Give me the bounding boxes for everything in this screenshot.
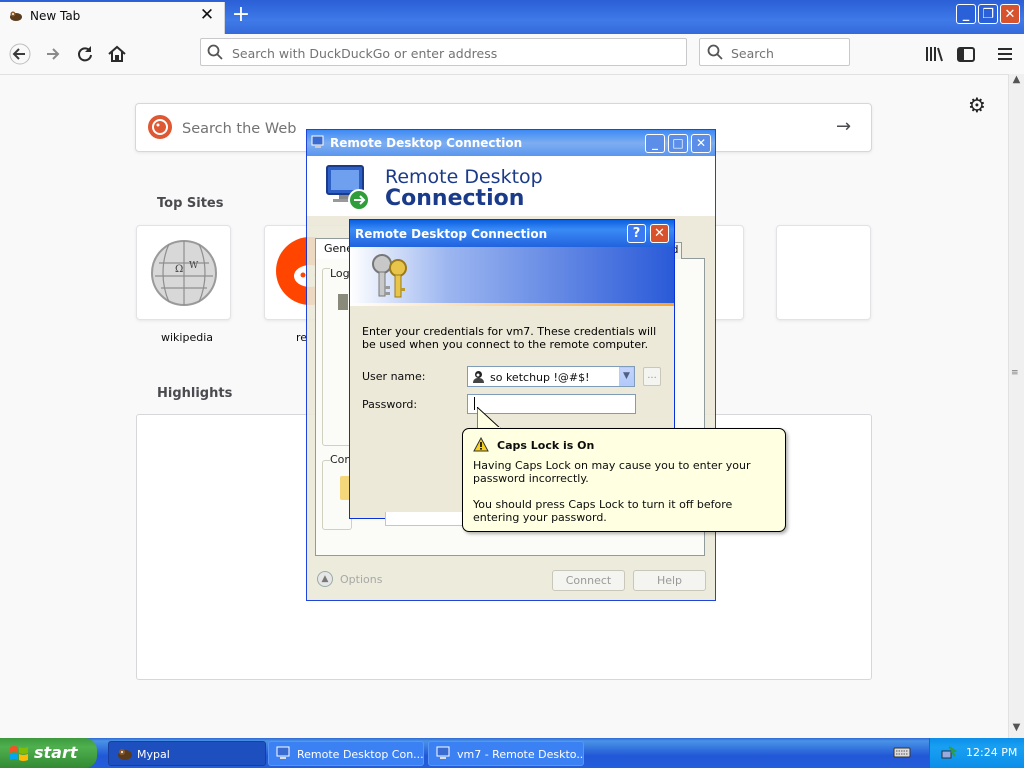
arrow-right-icon[interactable]: → <box>836 116 851 137</box>
credentials-instructions: Enter your credentials for vm7. These cr… <box>362 325 657 351</box>
rdc-title: Remote Desktop Connection <box>330 136 523 150</box>
scroll-up-icon[interactable]: ▲ <box>1009 74 1024 88</box>
scroll-thumb-icon[interactable]: ≡ <box>1011 368 1021 378</box>
credentials-title: Remote Desktop Connection <box>355 227 548 241</box>
taskbar-item-label: Remote Desktop Con... <box>297 748 424 761</box>
window-restore-button[interactable]: ❐ <box>978 4 998 24</box>
wikipedia-globe-icon: ΩW <box>151 240 217 306</box>
page-scrollbar[interactable] <box>1008 74 1024 738</box>
search-bar-placeholder: Search <box>731 46 774 61</box>
url-bar-placeholder: Search with DuckDuckGo or enter address <box>232 46 498 61</box>
banner-divider <box>350 303 674 306</box>
chevron-down-icon[interactable]: ▼ <box>619 367 634 386</box>
options-label[interactable]: Options <box>340 573 382 586</box>
rdc-app-icon <box>436 746 450 759</box>
logon-group-label: Log <box>330 267 350 280</box>
back-icon[interactable] <box>9 43 31 65</box>
rdc-close-button[interactable]: ✕ <box>691 134 711 153</box>
user-icon <box>473 371 484 383</box>
tab-close-icon[interactable]: ✕ <box>198 5 216 25</box>
mypal-favicon-icon <box>10 11 22 21</box>
tooltip-tail <box>477 407 501 429</box>
dialog-bottom-strip <box>385 512 465 526</box>
help-button[interactable]: Help <box>633 570 706 591</box>
window-minimize-button[interactable]: _ <box>956 4 976 24</box>
username-value: so ketchup !@#$! <box>490 371 590 384</box>
taskbar-item-label: Mypal <box>137 748 170 761</box>
connect-button[interactable]: Connect <box>552 570 625 591</box>
top-site-tile-empty[interactable] <box>714 225 744 320</box>
top-sites-title: Top Sites <box>157 196 224 211</box>
tooltip-body-1: Having Caps Lock on may cause you to ent… <box>473 459 751 485</box>
highlights-title: Highlights <box>157 386 233 401</box>
rdc-app-icon <box>311 135 324 148</box>
top-site-tile-empty[interactable] <box>776 225 871 320</box>
logon-icon <box>338 294 348 310</box>
top-site-tile-wikipedia[interactable]: ΩW <box>136 225 231 320</box>
rdc-banner-line1: Remote Desktop <box>385 166 543 188</box>
tooltip-body-2: You should press Caps Lock to turn it of… <box>473 498 733 524</box>
svg-text:Ω: Ω <box>175 264 183 275</box>
library-icon[interactable] <box>923 43 945 65</box>
username-label: User name: <box>362 370 426 383</box>
rdc-app-icon <box>276 746 290 759</box>
taskbar-item-label: vm7 - Remote Deskto... <box>457 748 584 761</box>
rdc-minimize-button[interactable]: _ <box>645 134 665 153</box>
search-icon <box>207 44 223 60</box>
top-site-label: wikipedia <box>161 331 214 344</box>
forward-icon[interactable] <box>42 43 64 65</box>
reload-icon[interactable] <box>74 43 96 65</box>
new-tab-button[interactable]: + <box>229 4 253 28</box>
credentials-close-button[interactable]: ✕ <box>650 224 669 243</box>
options-expand-icon[interactable]: ▲ <box>317 571 333 587</box>
gear-icon[interactable]: ⚙ <box>966 94 988 116</box>
warning-icon <box>473 437 489 452</box>
web-search-placeholder: Search the Web <box>182 121 297 137</box>
home-icon[interactable] <box>106 43 128 65</box>
keys-icon <box>372 254 407 298</box>
browse-users-button[interactable]: ... <box>643 367 661 386</box>
rdc-logo-icon <box>326 165 370 211</box>
scroll-down-icon[interactable]: ▼ <box>1009 722 1024 736</box>
clock: 12:24 PM <box>966 746 1018 759</box>
mypal-icon <box>118 749 132 760</box>
rdc-maximize-button[interactable]: □ <box>668 134 688 153</box>
window-close-button[interactable]: ✕ <box>1000 4 1020 24</box>
text-caret <box>474 397 475 410</box>
sidebar-icon[interactable] <box>955 43 977 65</box>
credentials-help-button[interactable]: ? <box>627 224 646 243</box>
tooltip-title: Caps Lock is On <box>497 439 595 452</box>
start-label: start <box>34 743 78 762</box>
search-icon <box>707 44 723 60</box>
svg-text:W: W <box>189 261 199 271</box>
tab-title: New Tab <box>30 9 81 23</box>
menu-icon[interactable] <box>994 43 1016 65</box>
network-icon[interactable] <box>941 745 959 760</box>
windows-logo-icon <box>10 746 28 761</box>
keyboard-icon[interactable] <box>893 745 911 759</box>
rdc-banner-line2: Connection <box>385 186 525 211</box>
duckduckgo-icon <box>148 115 172 139</box>
password-label: Password: <box>362 398 418 411</box>
